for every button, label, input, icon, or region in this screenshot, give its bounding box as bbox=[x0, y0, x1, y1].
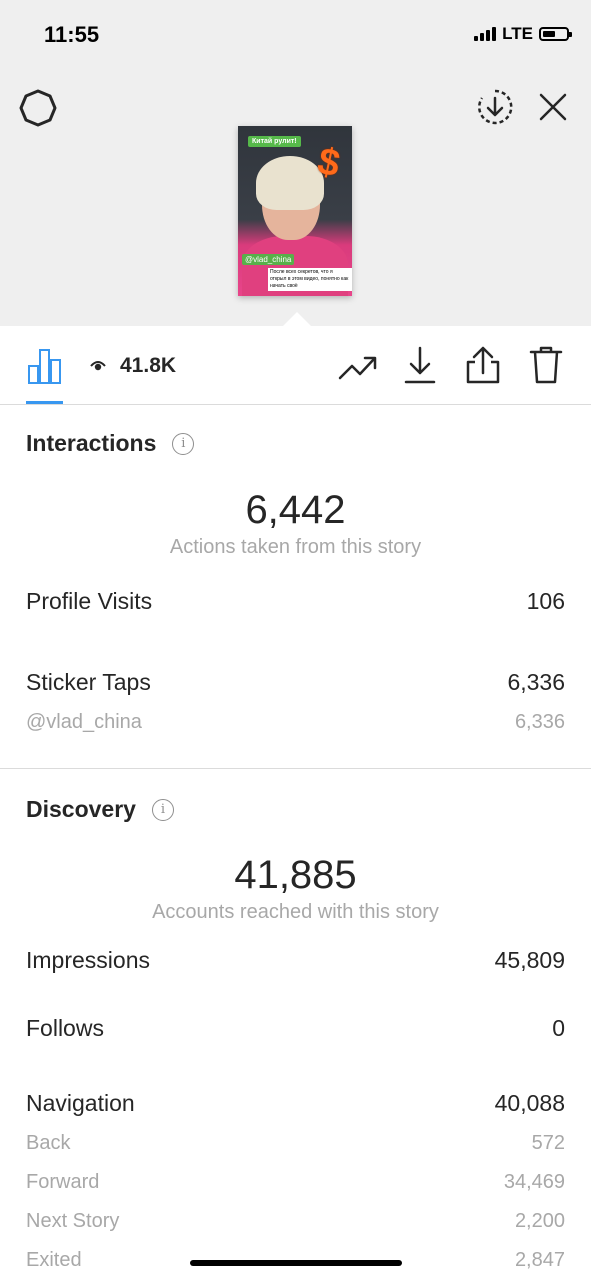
delete-trash-icon[interactable] bbox=[528, 344, 564, 386]
forward-value: 34,469 bbox=[503, 1171, 565, 1193]
sticker-taps-value: 6,336 bbox=[507, 669, 565, 695]
story-text-sticker: Китай рулит! bbox=[248, 136, 301, 147]
status-time: 11:55 bbox=[44, 22, 100, 47]
views-value: 41.8K bbox=[120, 354, 177, 377]
network-label: LTE bbox=[502, 24, 533, 43]
share-icon[interactable] bbox=[464, 344, 502, 386]
eye-icon bbox=[90, 354, 106, 378]
profile-visits-label: Profile Visits bbox=[26, 588, 153, 614]
sticker-taps-row: Sticker Taps 6,336 bbox=[26, 669, 565, 696]
back-label: Back bbox=[26, 1132, 71, 1154]
story-mention-sticker: @vlad_china bbox=[242, 254, 295, 265]
discovery-total-label: Accounts reached with this story bbox=[152, 901, 439, 923]
settings-gear-icon[interactable] bbox=[18, 88, 58, 128]
follows-label: Follows bbox=[26, 1015, 104, 1041]
discovery-heading: Discovery i bbox=[26, 796, 174, 823]
sticker-handle-row: @vlad_china 6,336 bbox=[26, 711, 565, 734]
interactions-total: 6,442 bbox=[245, 488, 346, 532]
story-person-hair bbox=[256, 156, 324, 210]
next-story-value: 2,200 bbox=[514, 1210, 565, 1232]
close-icon[interactable] bbox=[535, 89, 571, 125]
exited-label: Exited bbox=[26, 1249, 82, 1271]
signal-icon bbox=[474, 27, 497, 41]
interactions-title: Interactions bbox=[26, 430, 157, 456]
interactions-heading: Interactions i bbox=[26, 430, 195, 457]
next-story-label: Next Story bbox=[26, 1210, 120, 1232]
impressions-value: 45,809 bbox=[494, 947, 565, 973]
story-toolbar: 41.8K bbox=[0, 326, 591, 405]
interactions-total-label: Actions taken from this story bbox=[169, 536, 422, 558]
forward-label: Forward bbox=[26, 1171, 100, 1193]
navigation-label: Navigation bbox=[26, 1090, 135, 1116]
info-icon[interactable]: i bbox=[172, 432, 195, 455]
exited-value: 2,847 bbox=[514, 1249, 565, 1271]
discovery-title: Discovery bbox=[26, 796, 136, 822]
impressions-label: Impressions bbox=[26, 947, 150, 973]
next-story-row: Next Story 2,200 bbox=[26, 1210, 565, 1233]
save-download-circle-icon[interactable] bbox=[475, 87, 515, 127]
back-row: Back 572 bbox=[26, 1132, 565, 1155]
back-value: 572 bbox=[531, 1132, 565, 1154]
info-icon[interactable]: i bbox=[151, 798, 174, 821]
story-caption: После всех секретов, что я открыл в этом… bbox=[268, 268, 352, 291]
sticker-handle-value: 6,336 bbox=[514, 711, 565, 733]
discovery-total: 41,885 bbox=[234, 853, 357, 897]
battery-icon bbox=[539, 27, 572, 41]
story-thumbnail[interactable]: Китай рулит! $ @vlad_china После всех се… bbox=[238, 126, 352, 296]
insights-bar-chart-icon[interactable] bbox=[26, 346, 64, 386]
home-indicator[interactable] bbox=[190, 1260, 402, 1266]
status-indicators: LTE bbox=[474, 24, 572, 44]
story-preview-area: 11:55 LTE Китай рулит! $ @vlad_china Пос… bbox=[0, 0, 591, 326]
dollar-sticker-icon: $ bbox=[313, 140, 344, 186]
follows-row: Follows 0 bbox=[26, 1015, 565, 1042]
sticker-handle-label: @vlad_china bbox=[26, 711, 142, 733]
forward-row: Forward 34,469 bbox=[26, 1171, 565, 1194]
sticker-taps-label: Sticker Taps bbox=[26, 669, 151, 695]
section-divider bbox=[0, 768, 591, 769]
navigation-value: 40,088 bbox=[494, 1090, 565, 1116]
follows-value: 0 bbox=[552, 1015, 565, 1041]
navigation-row: Navigation 40,088 bbox=[26, 1090, 565, 1117]
download-icon[interactable] bbox=[402, 344, 438, 386]
thumbnail-pointer bbox=[283, 312, 311, 326]
active-tab-indicator bbox=[26, 401, 63, 404]
profile-visits-row: Profile Visits 106 bbox=[26, 588, 565, 615]
views-count: 41.8K bbox=[90, 354, 176, 378]
profile-visits-value: 106 bbox=[526, 588, 565, 614]
impressions-row: Impressions 45,809 bbox=[26, 947, 565, 974]
promote-trend-icon[interactable] bbox=[338, 350, 378, 384]
